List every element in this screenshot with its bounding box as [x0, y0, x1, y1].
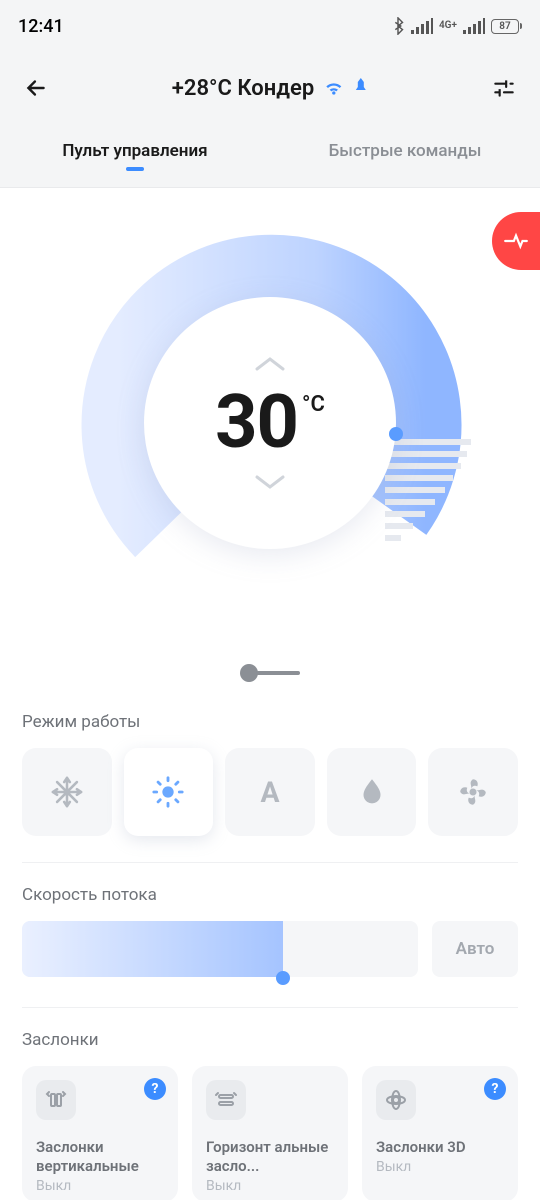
pin-icon	[354, 78, 368, 98]
tab-remote[interactable]: Пульт управления	[0, 124, 270, 187]
status-time: 12:41	[18, 16, 64, 37]
flap-card-status: Выкл	[376, 1159, 504, 1175]
speed-handle[interactable]	[276, 971, 290, 985]
mode-auto[interactable]: A	[225, 748, 315, 836]
temperature-value: 30	[215, 386, 298, 460]
page-indicator[interactable]	[0, 638, 540, 712]
status-bar: 12:41 4G+ 87	[0, 0, 540, 52]
svg-text:A: A	[260, 776, 279, 809]
flap-3d-icon	[376, 1080, 416, 1120]
flap-3d[interactable]: ? Заслонки 3D Выкл	[362, 1066, 518, 1200]
help-icon[interactable]: ?	[484, 1078, 506, 1100]
tab-label: Быстрые команды	[329, 141, 482, 161]
droplet-icon	[355, 775, 389, 809]
dial-handle[interactable]	[389, 427, 403, 441]
wifi-icon	[324, 78, 344, 98]
temperature-dial[interactable]: 30 °C	[75, 228, 465, 618]
page-title: +28°C Кондер	[172, 76, 314, 101]
tabs: Пульт управления Быстрые команды	[0, 124, 540, 188]
chevron-down-icon[interactable]	[253, 472, 287, 492]
settings-button[interactable]	[488, 72, 520, 104]
flap-card-title: Заслонки вертикальные	[36, 1138, 164, 1176]
app-bar: +28°C Кондер	[0, 52, 540, 124]
sun-icon	[151, 775, 185, 809]
back-button[interactable]	[20, 72, 52, 104]
speed-auto-button[interactable]: Авто	[432, 921, 518, 977]
signal-icon	[411, 18, 433, 34]
flap-vertical-icon	[36, 1080, 76, 1120]
arrow-left-icon	[23, 75, 49, 101]
flap-horizontal[interactable]: Горизонт альные засло... Выкл	[192, 1066, 348, 1200]
chevron-up-icon[interactable]	[253, 354, 287, 374]
mode-heat[interactable]	[124, 748, 214, 836]
fan-icon	[456, 775, 490, 809]
snowflake-icon	[50, 775, 84, 809]
tab-label: Пульт управления	[62, 141, 207, 161]
flap-horizontal-icon	[206, 1080, 246, 1120]
dial-display: 30 °C	[144, 297, 396, 549]
flap-card-title: Горизонт альные засло...	[206, 1138, 334, 1176]
speed-section-title: Скорость потока	[22, 885, 518, 905]
auto-icon: A	[253, 775, 287, 809]
speed-slider[interactable]	[22, 921, 418, 977]
mode-section-title: Режим работы	[22, 712, 518, 732]
mode-fan[interactable]	[428, 748, 518, 836]
flap-card-status: Выкл	[206, 1178, 334, 1194]
sliders-icon	[491, 75, 517, 101]
mode-dry[interactable]	[327, 748, 417, 836]
bluetooth-icon	[391, 17, 405, 35]
flap-card-status: Выкл	[36, 1178, 164, 1194]
mode-cool[interactable]	[22, 748, 112, 836]
tab-quick[interactable]: Быстрые команды	[270, 124, 540, 187]
status-icons: 4G+ 87	[391, 17, 522, 35]
network-label: 4G+	[439, 21, 457, 31]
flaps-section-title: Заслонки	[22, 1030, 518, 1050]
flap-card-title: Заслонки 3D	[376, 1138, 504, 1157]
temperature-unit: °C	[302, 392, 325, 417]
flap-vertical[interactable]: ? Заслонки вертикальные Выкл	[22, 1066, 178, 1200]
battery-icon: 87	[491, 19, 522, 34]
dial-stripes	[385, 434, 495, 564]
signal-icon-2	[463, 18, 485, 34]
help-icon[interactable]: ?	[144, 1078, 166, 1100]
